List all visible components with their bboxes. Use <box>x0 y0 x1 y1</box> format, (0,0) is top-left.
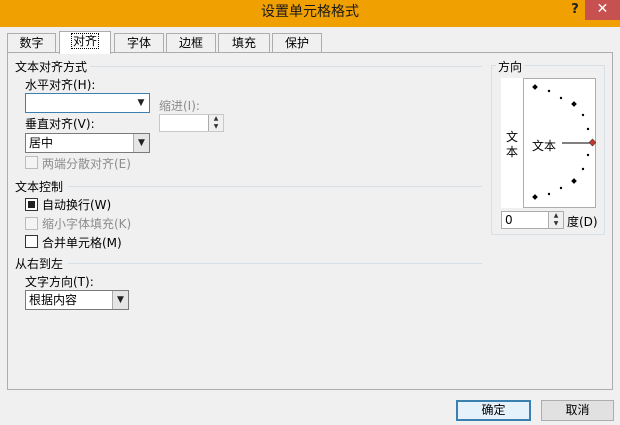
alignment-panel: 文本对齐方式 水平对齐(H): ▼ 缩进(I): ▲ ▼ 垂直对齐(V): 居中… <box>7 52 613 390</box>
justify-distributed-label: 两端分散对齐(E) <box>42 157 131 171</box>
degrees-label: 度(D) <box>567 215 598 229</box>
tab-number[interactable]: 数字 <box>7 33 56 53</box>
tab-label: 边框 <box>178 36 203 50</box>
tab-label: 保护 <box>284 36 309 50</box>
chevron-down-icon: ▼ <box>133 134 149 152</box>
tab-border[interactable]: 边框 <box>166 33 216 53</box>
divider <box>68 263 482 264</box>
tab-alignment[interactable]: 对齐 <box>59 31 111 54</box>
tab-label: 数字 <box>19 36 44 50</box>
title-bar: 设置单元格格式 ? ✕ <box>0 0 620 27</box>
shrink-to-fit-checkbox[interactable] <box>25 217 38 230</box>
vertical-align-label: 垂直对齐(V): <box>25 117 95 131</box>
degrees-spinner[interactable]: 0 ▲ ▼ <box>501 211 564 229</box>
chevron-down-icon: ▼ <box>112 291 128 309</box>
spinner-buttons[interactable]: ▲ ▼ <box>548 212 563 228</box>
merge-cells-checkbox[interactable] <box>25 235 38 248</box>
wrap-text-label: 自动换行(W) <box>42 198 112 212</box>
dial-marker[interactable] <box>588 138 596 147</box>
indent-spinner[interactable]: ▲ ▼ <box>159 114 224 132</box>
tab-protection[interactable]: 保护 <box>272 33 322 53</box>
spin-down-icon[interactable]: ▼ <box>549 220 563 228</box>
cancel-button[interactable]: 取消 <box>541 400 614 421</box>
spin-up-icon[interactable]: ▲ <box>549 212 563 220</box>
justify-distributed-checkbox[interactable] <box>25 156 38 169</box>
horizontal-align-label: 水平对齐(H): <box>25 78 96 92</box>
text-control-group-label: 文本控制 <box>15 180 64 194</box>
dial-diamond <box>532 84 538 90</box>
dialog-title: 设置单元格格式 <box>261 4 359 20</box>
orientation-group-label: 方向 <box>496 58 525 75</box>
vertical-align-select[interactable]: 居中 ▼ <box>25 133 150 153</box>
text-direction-value: 根据内容 <box>29 293 78 307</box>
spin-up-icon[interactable]: ▲ <box>209 115 223 123</box>
dial-text: 文本 <box>532 139 557 153</box>
close-button[interactable]: ✕ <box>585 0 620 20</box>
divider <box>90 66 482 67</box>
vertical-text-char: 文 <box>505 130 518 144</box>
indent-label: 缩进(I): <box>159 99 200 113</box>
tab-label: 对齐 <box>70 33 99 49</box>
tab-font[interactable]: 字体 <box>114 33 164 53</box>
spin-down-icon[interactable]: ▼ <box>209 123 223 131</box>
merge-cells-label: 合并单元格(M) <box>42 236 122 250</box>
dial-diamond <box>571 178 577 184</box>
divider <box>68 186 482 187</box>
tab-fill[interactable]: 填充 <box>218 33 270 53</box>
shrink-to-fit-label: 缩小字体填充(K) <box>42 217 132 231</box>
tab-label: 字体 <box>126 36 151 50</box>
help-button[interactable]: ? <box>566 0 584 22</box>
ok-button[interactable]: 确定 <box>456 400 531 421</box>
vertical-text-char: 本 <box>505 145 518 159</box>
degrees-value: 0 <box>505 213 513 227</box>
text-alignment-group-label: 文本对齐方式 <box>15 60 88 74</box>
horizontal-align-select[interactable]: ▼ <box>25 93 150 113</box>
text-direction-select[interactable]: 根据内容 ▼ <box>25 290 129 310</box>
dial-diamond <box>532 194 538 200</box>
spinner-buttons[interactable]: ▲ ▼ <box>208 115 223 131</box>
text-direction-label: 文字方向(T): <box>25 275 94 289</box>
wrap-text-checkbox[interactable] <box>25 198 38 211</box>
chevron-down-icon: ▼ <box>133 94 149 112</box>
tab-label: 填充 <box>231 36 256 50</box>
vertical-text-button[interactable]: 文 本 <box>501 78 524 208</box>
vertical-align-value: 居中 <box>29 136 54 150</box>
dial-diamond <box>571 101 577 107</box>
right-to-left-group-label: 从右到左 <box>15 257 64 271</box>
